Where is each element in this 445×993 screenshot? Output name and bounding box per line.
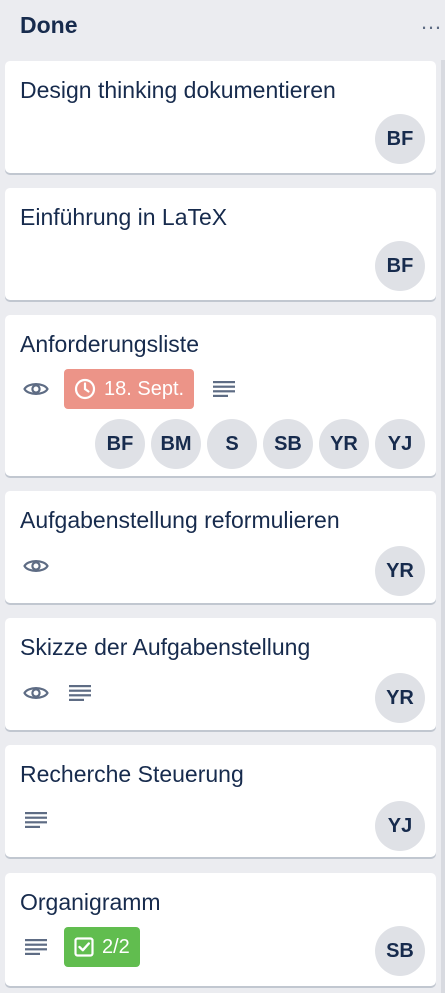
card-members: YJ YR SB S BM BF: [89, 419, 425, 469]
list-done: Done … Design thinking dokumentieren BF …: [0, 0, 445, 993]
due-date-badge[interactable]: 18. Sept.: [64, 369, 195, 409]
member-avatar[interactable]: BF: [375, 114, 425, 164]
clock-icon: [74, 378, 96, 400]
list-header: Done …: [0, 0, 445, 56]
description-lines-icon: [20, 931, 52, 963]
eye-icon: [20, 373, 52, 405]
eye-icon: [20, 550, 52, 582]
card[interactable]: Recherche Steuerung YJ: [5, 745, 436, 857]
member-avatar[interactable]: BF: [375, 241, 425, 291]
card-members: YR: [369, 546, 425, 596]
card-title: Aufgabenstellung reformulieren: [20, 507, 340, 533]
member-avatar[interactable]: YR: [375, 546, 425, 596]
card-title: Einführung in LaTeX: [20, 204, 228, 230]
description-lines-icon: [64, 677, 96, 709]
card-badges: [20, 673, 108, 713]
card-members: BF: [369, 241, 425, 291]
checklist-badge[interactable]: 2/2: [64, 927, 140, 967]
eye-icon: [20, 677, 52, 709]
card[interactable]: Skizze der Aufgabenstellung YR: [5, 618, 436, 730]
member-avatar[interactable]: SB: [263, 419, 313, 469]
checkbox-icon: [74, 937, 94, 957]
card-members: YR: [369, 673, 425, 723]
list-menu-button[interactable]: …: [420, 8, 443, 36]
card[interactable]: Einführung in LaTeX BF: [5, 188, 436, 300]
member-avatar[interactable]: SB: [375, 926, 425, 976]
card-members: YJ: [369, 801, 425, 851]
member-avatar[interactable]: BM: [151, 419, 201, 469]
member-avatar[interactable]: BF: [95, 419, 145, 469]
scroll-gutter: [441, 60, 445, 993]
card[interactable]: Anforderungsliste 18. Sept. YJ YR SB S B…: [5, 315, 436, 476]
member-avatar[interactable]: YR: [375, 673, 425, 723]
member-avatar[interactable]: S: [207, 419, 257, 469]
card-title: Organigramm: [20, 889, 161, 915]
card-title: Design thinking dokumentieren: [20, 77, 336, 103]
description-lines-icon: [208, 373, 240, 405]
card-members: BF: [369, 114, 425, 164]
card[interactable]: Aufgabenstellung reformulieren YR: [5, 491, 436, 603]
card[interactable]: Design thinking dokumentieren BF: [5, 61, 436, 173]
card-title: Anforderungsliste: [20, 331, 199, 357]
description-lines-icon: [20, 804, 52, 836]
list-title[interactable]: Done: [20, 12, 78, 39]
card-badges: [20, 800, 64, 840]
checklist-count: 2/2: [102, 935, 130, 958]
member-avatar[interactable]: YR: [319, 419, 369, 469]
card[interactable]: Organigramm 2/2 SB: [5, 873, 436, 986]
card-badges: 18. Sept.: [20, 369, 252, 409]
card-title: Skizze der Aufgabenstellung: [20, 634, 311, 660]
card-members: SB: [369, 926, 425, 976]
member-avatar[interactable]: YJ: [375, 419, 425, 469]
due-date-text: 18. Sept.: [104, 377, 185, 400]
card-badges: 2/2: [20, 927, 140, 967]
card-badges: [20, 546, 64, 586]
member-avatar[interactable]: YJ: [375, 801, 425, 851]
card-title: Recherche Steuerung: [20, 761, 244, 787]
